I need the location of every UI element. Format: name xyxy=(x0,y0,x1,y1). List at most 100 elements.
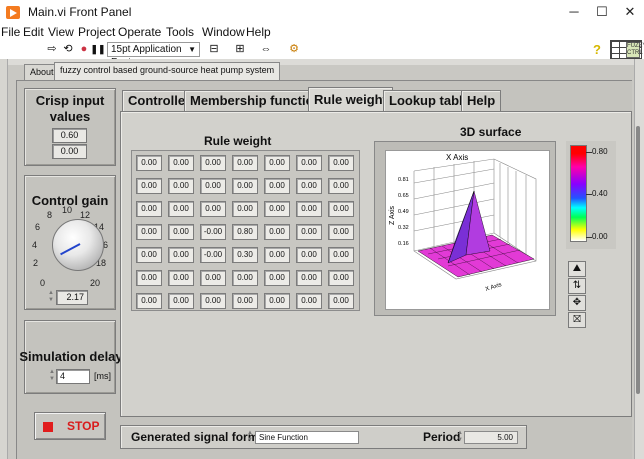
rule-weight-cell[interactable]: 0.00 xyxy=(168,224,194,240)
rule-weight-cell[interactable]: 0.00 xyxy=(136,247,162,263)
stop-button[interactable]: STOP xyxy=(34,412,106,440)
connector-pane-icon[interactable]: FUZZY CTRL xyxy=(610,40,644,59)
rule-weight-cell[interactable]: 0.00 xyxy=(232,293,258,309)
rule-weight-cell[interactable]: 0.00 xyxy=(200,201,226,217)
z-tick-3: 0.32 xyxy=(398,225,409,231)
toolbar: ⇨ ⟲ ● ❚❚ 15pt Application Font ▼ ⊟ ⊞ ⇔ ⚙ xyxy=(0,41,644,68)
menu-view[interactable]: View xyxy=(48,25,74,39)
signal-form-stepper[interactable]: ▲ ▼ xyxy=(246,430,254,444)
reset-view-icon[interactable]: ⛝ xyxy=(568,312,586,328)
rule-weight-cell[interactable]: 0.00 xyxy=(264,224,290,240)
rule-weight-cell[interactable]: 0.00 xyxy=(232,270,258,286)
rule-weight-cell[interactable]: 0.00 xyxy=(136,224,162,240)
menu-file[interactable]: File xyxy=(1,25,20,39)
rule-weight-cell[interactable]: 0.00 xyxy=(168,270,194,286)
rule-weight-cell[interactable]: 0.80 xyxy=(232,224,258,240)
rule-weight-cell[interactable]: 0.00 xyxy=(136,270,162,286)
resize-objects-icon[interactable]: ⇔ xyxy=(258,42,274,56)
rule-weight-cell[interactable]: 0.00 xyxy=(328,201,354,217)
rule-weight-cell[interactable]: 0.00 xyxy=(328,178,354,194)
menu-project[interactable]: Project xyxy=(78,25,115,39)
tab-fuzzy-control[interactable]: fuzzy control based ground-source heat p… xyxy=(54,62,281,80)
z-tick-4: 0.16 xyxy=(398,241,409,247)
rule-weight-cell[interactable]: 0.00 xyxy=(200,293,226,309)
rule-weight-cell[interactable]: 0.00 xyxy=(232,201,258,217)
rotate-view-icon[interactable]: ⛰ xyxy=(568,261,586,277)
font-select[interactable]: 15pt Application Font ▼ xyxy=(107,42,200,68)
rule-weight-cell[interactable]: 0.00 xyxy=(296,178,322,194)
run-arrow-icon[interactable]: ⇨ xyxy=(44,42,60,56)
rule-weight-cell[interactable]: 0.00 xyxy=(296,270,322,286)
rule-weight-cell[interactable]: 0.00 xyxy=(136,155,162,171)
rule-weight-cell[interactable]: 0.00 xyxy=(296,155,322,171)
rule-weight-cell[interactable]: 0.00 xyxy=(264,155,290,171)
rule-weight-cell[interactable]: 0.00 xyxy=(200,178,226,194)
menu-edit[interactable]: Edit xyxy=(23,25,44,39)
labview-app-icon xyxy=(6,6,20,19)
surface-title: 3D surface xyxy=(460,125,522,139)
rule-weight-cell[interactable]: 0.00 xyxy=(264,178,290,194)
tab-rule-weight[interactable]: Rule weight xyxy=(308,87,393,112)
rule-weight-cell[interactable]: 0.00 xyxy=(328,293,354,309)
rule-weight-cell[interactable]: 0.00 xyxy=(296,247,322,263)
rule-weight-cell[interactable]: -0.00 xyxy=(200,247,226,263)
menu-window[interactable]: Window xyxy=(202,25,245,39)
menu-help[interactable]: Help xyxy=(246,25,271,39)
rule-weight-cell[interactable]: 0.00 xyxy=(296,224,322,240)
title-bar: Main.vi Front Panel ─ ☐ ✕ xyxy=(0,0,644,24)
rule-weight-cell[interactable]: 0.00 xyxy=(136,201,162,217)
rule-weight-cell[interactable]: 0.00 xyxy=(264,201,290,217)
rule-weight-cell[interactable]: 0.00 xyxy=(136,178,162,194)
period-value[interactable]: 5.00 xyxy=(464,431,518,444)
delay-stepper[interactable]: ▲ ▼ xyxy=(48,369,56,383)
rule-weight-cell[interactable]: 0.00 xyxy=(168,178,194,194)
rule-weight-cell[interactable]: 0.00 xyxy=(232,155,258,171)
gain-stepper[interactable]: ▲ ▼ xyxy=(47,290,55,304)
simulation-delay-title: Simulation delay xyxy=(19,349,123,364)
rule-weight-cell[interactable]: 0.30 xyxy=(232,247,258,263)
rule-weight-cell[interactable]: 0.00 xyxy=(264,247,290,263)
rule-weight-cell[interactable]: 0.00 xyxy=(328,224,354,240)
rule-weight-cell[interactable]: 0.00 xyxy=(168,293,194,309)
menu-operate[interactable]: Operate xyxy=(118,25,161,39)
stop-button-label: STOP xyxy=(67,419,100,433)
colorbar-label-low: 0.00 xyxy=(592,232,608,241)
pan-view-icon[interactable]: ✥ xyxy=(568,295,586,311)
surface-x-axis-bottom-label: X Axis xyxy=(485,282,503,293)
surface-z-axis-label: Z Axis xyxy=(389,205,396,225)
period-label: Period xyxy=(423,430,461,444)
crisp-title-line2: values xyxy=(49,109,91,124)
rule-weight-cell[interactable]: 0.00 xyxy=(168,155,194,171)
rule-weight-cell[interactable]: 0.00 xyxy=(264,270,290,286)
vi-icon: FUZZY CTRL xyxy=(626,42,644,58)
vertical-scrollbar[interactable] xyxy=(636,126,640,394)
rule-weight-cell[interactable]: 0.00 xyxy=(328,270,354,286)
period-stepper[interactable]: ▲ ▼ xyxy=(456,430,464,444)
simulation-delay-value[interactable]: 4 xyxy=(56,369,90,384)
rule-weight-cell[interactable]: 0.00 xyxy=(168,247,194,263)
rule-weight-cell[interactable]: 0.00 xyxy=(200,155,226,171)
rule-weight-cell[interactable]: 0.00 xyxy=(168,201,194,217)
distribute-objects-icon[interactable]: ⊞ xyxy=(232,42,248,56)
tab-help[interactable]: Help xyxy=(461,90,502,111)
align-objects-icon[interactable]: ⊟ xyxy=(206,42,222,56)
rule-weight-cell[interactable]: 0.00 xyxy=(296,293,322,309)
reorder-icon[interactable]: ⚙ xyxy=(286,42,302,56)
pause-icon[interactable]: ❚❚ xyxy=(90,42,106,56)
run-continuously-icon[interactable]: ⟲ xyxy=(60,42,76,56)
control-gain-value[interactable]: 2.17 xyxy=(56,290,88,305)
generated-signal-value[interactable]: Sine Function xyxy=(255,431,359,444)
rule-weight-cell[interactable]: 0.00 xyxy=(264,293,290,309)
zoom-view-icon[interactable]: ⇅ xyxy=(568,278,586,294)
rule-weight-cell[interactable]: 0.00 xyxy=(328,155,354,171)
context-help-icon[interactable]: ? xyxy=(590,43,604,57)
rule-weight-cell[interactable]: 0.00 xyxy=(200,270,226,286)
rule-weight-cell[interactable]: 0.00 xyxy=(232,178,258,194)
rule-weight-cell[interactable]: 0.00 xyxy=(136,293,162,309)
menu-tools[interactable]: Tools xyxy=(166,25,194,39)
rule-weight-cell[interactable]: 0.00 xyxy=(296,201,322,217)
close-button[interactable]: ✕ xyxy=(610,2,644,22)
rule-weight-cell[interactable]: 0.00 xyxy=(328,247,354,263)
surface-plot[interactable]: X Axis Z Axis 0.81 0.65 0.49 0.32 0.16 X… xyxy=(385,150,550,310)
rule-weight-cell[interactable]: -0.00 xyxy=(200,224,226,240)
